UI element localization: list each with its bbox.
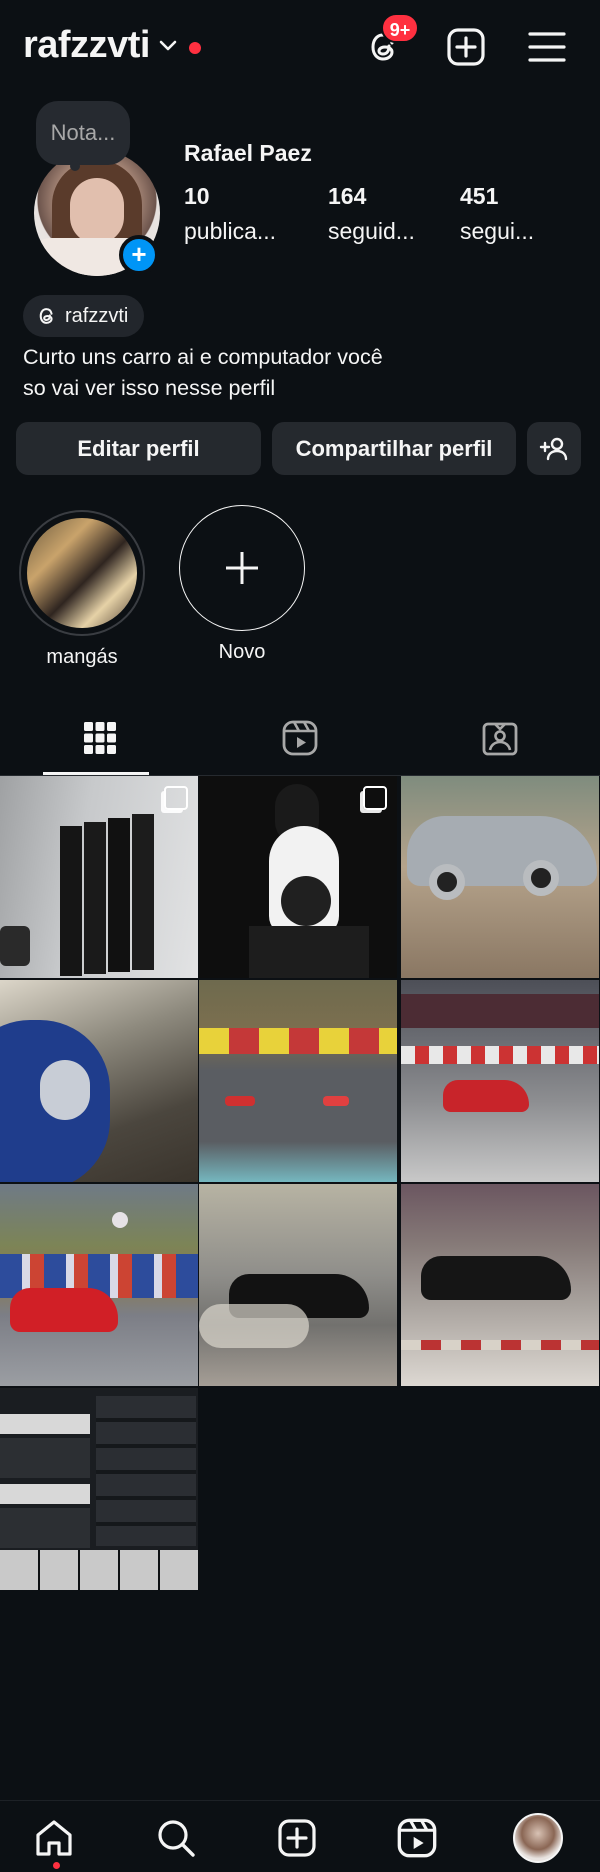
multi-photo-icon — [363, 786, 387, 810]
post-thumbnail[interactable] — [401, 1184, 599, 1386]
stat-following[interactable]: 451 segui... — [460, 183, 534, 245]
chevron-down-icon[interactable] — [158, 36, 178, 56]
tab-tagged[interactable] — [400, 700, 600, 776]
post-thumbnail[interactable] — [0, 1184, 198, 1386]
discover-people-button[interactable] — [527, 422, 581, 475]
notification-badge: 9+ — [381, 13, 419, 43]
grid-icon — [84, 722, 116, 754]
post-thumbnail[interactable] — [0, 980, 198, 1182]
post-thumbnail[interactable] — [199, 776, 397, 978]
full-name: Rafael Paez — [184, 140, 312, 166]
nav-reels[interactable] — [389, 1813, 445, 1863]
profile-avatar-small — [513, 1813, 563, 1863]
note-bubble[interactable]: Nota... — [36, 101, 130, 171]
post-thumbnail[interactable] — [401, 980, 599, 1182]
edit-profile-button[interactable]: Editar perfil — [16, 422, 261, 475]
post-thumbnail[interactable] — [199, 1184, 397, 1386]
tab-posts[interactable] — [0, 700, 200, 776]
username-switcher[interactable]: rafzzvti — [23, 24, 150, 67]
threads-handle: rafzzvti — [65, 304, 129, 327]
add-person-icon — [539, 437, 568, 460]
post-thumbnail[interactable] — [401, 776, 599, 978]
unread-dot — [189, 42, 201, 54]
bio: Curto uns carro ai e computador você so … — [23, 345, 383, 400]
search-icon — [158, 1820, 195, 1857]
create-icon — [278, 1819, 316, 1857]
threads-icon — [39, 308, 53, 324]
reels-icon — [282, 720, 318, 756]
threads-profile-link[interactable]: rafzzvti — [23, 295, 145, 337]
home-icon — [36, 1820, 72, 1856]
tagged-icon — [482, 722, 518, 756]
post-thumbnail[interactable] — [199, 980, 397, 1182]
home-activity-dot — [53, 1862, 60, 1869]
plus-icon — [226, 552, 258, 584]
nav-home[interactable] — [26, 1813, 82, 1863]
highlight-cover — [27, 518, 137, 628]
share-profile-button[interactable]: Compartilhar perfil — [272, 422, 516, 475]
nav-search[interactable] — [148, 1813, 204, 1863]
post-thumbnail[interactable] — [0, 1388, 198, 1590]
nav-create[interactable] — [269, 1813, 325, 1863]
tab-reels[interactable] — [200, 700, 400, 776]
profile-tabs — [0, 700, 600, 776]
reels-nav-icon — [397, 1818, 437, 1858]
post-thumbnail[interactable] — [0, 776, 198, 978]
add-story-button[interactable]: + — [119, 235, 159, 275]
multi-photo-icon — [164, 786, 188, 810]
highlight-new[interactable]: Novo — [178, 505, 306, 664]
top-bar: rafzzvti 9+ — [0, 0, 600, 96]
stat-followers[interactable]: 164 seguid... — [328, 183, 415, 245]
add-icon[interactable] — [445, 26, 487, 68]
menu-icon[interactable] — [526, 26, 568, 68]
highlight-mangas[interactable]: mangás — [18, 510, 146, 669]
nav-profile[interactable] — [510, 1813, 566, 1863]
active-tab-indicator — [43, 772, 149, 775]
stat-posts[interactable]: 10 publica... — [184, 183, 276, 245]
bottom-navigation — [0, 1800, 600, 1872]
